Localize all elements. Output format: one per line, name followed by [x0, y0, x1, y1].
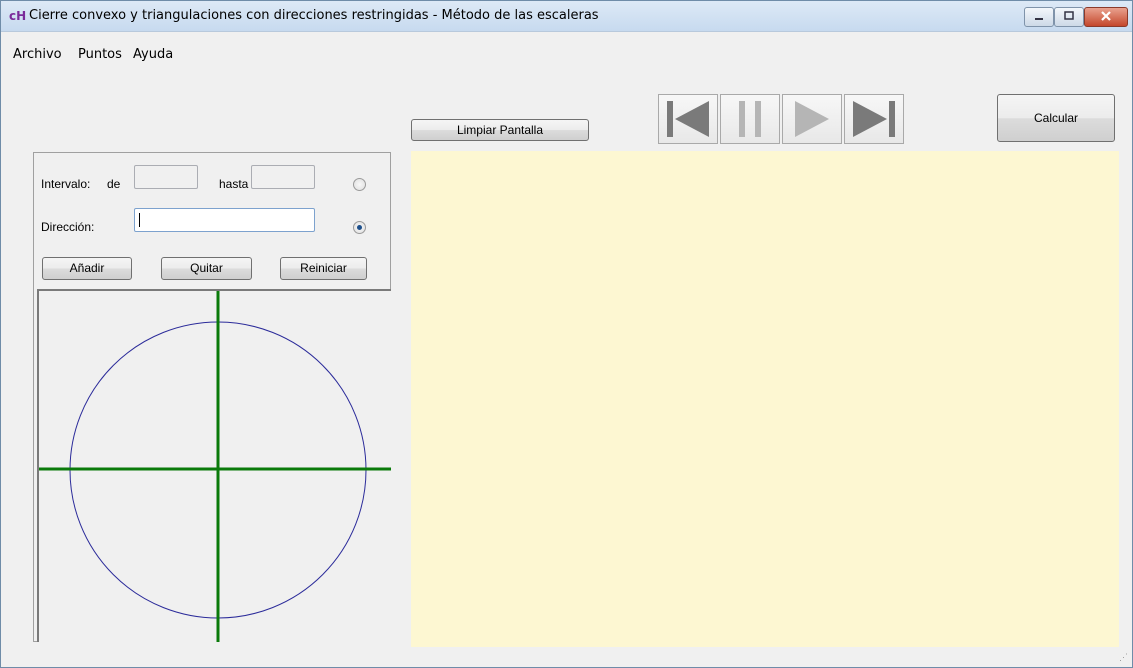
interval-radio[interactable]	[353, 178, 366, 191]
skip-to-start-button[interactable]	[658, 94, 718, 144]
menu-bar: Archivo Puntos Ayuda	[1, 32, 1132, 64]
skip-to-start-icon	[667, 101, 709, 137]
menu-puntos[interactable]: Puntos	[78, 47, 122, 62]
pause-icon	[739, 101, 761, 137]
title-bar[interactable]: cH Cierre convexo y triangulaciones con …	[1, 1, 1132, 32]
to-label: hasta	[219, 177, 249, 191]
clear-screen-button[interactable]: Limpiar Pantalla	[411, 119, 589, 141]
interval-to-field[interactable]	[251, 165, 315, 189]
direction-input[interactable]	[134, 208, 315, 232]
maximize-button[interactable]	[1054, 7, 1084, 27]
menu-ayuda[interactable]: Ayuda	[133, 47, 173, 62]
calculate-button[interactable]: Calcular	[997, 94, 1115, 142]
text-caret	[139, 213, 140, 227]
window-title: Cierre convexo y triangulaciones con dir…	[29, 8, 599, 23]
interval-from-field[interactable]	[134, 165, 198, 189]
interval-label: Intervalo:	[41, 177, 91, 191]
pause-button[interactable]	[720, 94, 780, 144]
reset-button[interactable]: Reiniciar	[280, 257, 367, 280]
minimize-icon	[1035, 18, 1043, 20]
app-icon: cH	[9, 9, 27, 23]
resize-grip-icon[interactable]: ⋰	[1119, 652, 1128, 663]
skip-to-end-icon	[853, 101, 895, 137]
from-label: de	[107, 177, 121, 191]
play-button[interactable]	[782, 94, 842, 144]
skip-to-end-button[interactable]	[844, 94, 904, 144]
menu-archivo[interactable]: Archivo	[13, 47, 62, 62]
play-icon	[795, 101, 829, 137]
direction-label: Dirección:	[41, 220, 95, 234]
close-button[interactable]	[1084, 7, 1128, 27]
directions-drawing	[39, 291, 391, 642]
remove-button[interactable]: Quitar	[161, 257, 252, 280]
points-canvas[interactable]	[411, 151, 1119, 647]
minimize-button[interactable]	[1024, 7, 1054, 27]
add-button[interactable]: Añadir	[42, 257, 132, 280]
directions-canvas[interactable]	[37, 289, 391, 642]
app-window: cH Cierre convexo y triangulaciones con …	[0, 0, 1133, 668]
maximize-icon	[1064, 11, 1074, 20]
direction-radio[interactable]	[353, 221, 366, 234]
close-icon	[1101, 11, 1111, 21]
